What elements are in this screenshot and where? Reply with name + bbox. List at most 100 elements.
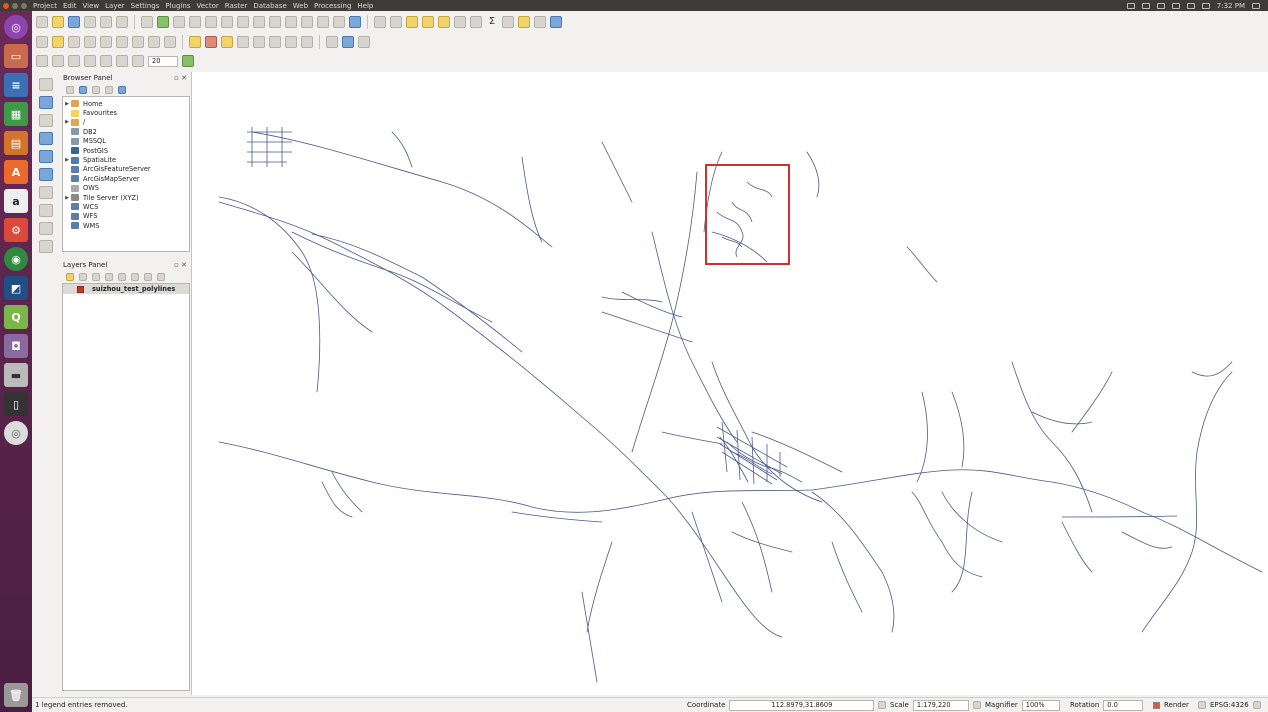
snap-intersection-icon[interactable] [84, 55, 96, 67]
add-vector-layer-icon[interactable] [39, 78, 53, 91]
add-wcs-icon[interactable] [39, 168, 53, 181]
close-window-icon[interactable] [3, 2, 9, 9]
screenshot-icon[interactable]: ◘ [4, 334, 28, 358]
refresh-icon[interactable] [349, 16, 361, 28]
browser-item[interactable]: ArcGisFeatureServer [63, 165, 189, 174]
browser-item[interactable]: DB2 [63, 127, 189, 136]
collapse-all-icon[interactable] [105, 86, 113, 94]
new-shapefile-icon[interactable] [39, 240, 53, 253]
add-wfs-icon[interactable] [39, 186, 53, 199]
expand-arrow-icon[interactable]: ▶ [63, 101, 71, 107]
bluetooth-icon[interactable] [1171, 2, 1180, 9]
browser-item[interactable]: ▶ Home [63, 99, 189, 108]
rotate-label-icon[interactable] [269, 36, 281, 48]
menu-layer[interactable]: Layer [105, 2, 125, 10]
zoom-in-icon[interactable] [173, 16, 185, 28]
add-raster-layer-icon[interactable] [39, 96, 53, 109]
scale-combobox[interactable]: 1:179,220 [912, 699, 969, 711]
expand-arrow-icon[interactable]: ▶ [63, 119, 71, 125]
device-icon[interactable]: ▯ [4, 392, 28, 416]
coordinate-field[interactable]: 112.8979,31.8609 [729, 699, 875, 711]
zoom-full-icon[interactable] [221, 16, 233, 28]
software-center-icon[interactable]: A [4, 160, 28, 184]
cut-features-icon[interactable] [132, 36, 144, 48]
menu-edit[interactable]: Edit [63, 2, 77, 10]
save-edits-icon[interactable] [68, 36, 80, 48]
print-layout-icon[interactable] [100, 16, 112, 28]
drive-icon[interactable]: ▬ [4, 363, 28, 387]
collapse-all-layers-icon[interactable] [144, 273, 152, 281]
tolerance-icon[interactable] [132, 55, 144, 67]
field-calculator-icon[interactable] [470, 16, 482, 28]
menu-processing[interactable]: Processing [314, 2, 351, 10]
impress-icon[interactable]: ▤ [4, 131, 28, 155]
move-label-icon[interactable] [253, 36, 265, 48]
amazon-icon[interactable]: a [4, 189, 28, 213]
diagram-icon[interactable] [205, 36, 217, 48]
menu-raster[interactable]: Raster [225, 2, 248, 10]
python-console-icon[interactable] [550, 16, 562, 28]
menu-project[interactable]: Project [33, 2, 57, 10]
zoom-out-icon[interactable] [189, 16, 201, 28]
minimize-window-icon[interactable] [12, 2, 18, 9]
expand-arrow-icon[interactable]: ▶ [63, 157, 71, 163]
refresh-browser-icon[interactable] [79, 86, 87, 94]
settings-gear-icon[interactable] [1252, 2, 1260, 9]
statistics-sigma-icon[interactable]: Σ [486, 16, 498, 28]
tracing-icon[interactable] [182, 55, 194, 67]
chrome-icon[interactable]: ◉ [4, 247, 28, 271]
tolerance-input[interactable]: 20 [148, 55, 178, 67]
label-icon[interactable] [189, 36, 201, 48]
bookmark-icon[interactable] [317, 16, 329, 28]
open-layer-styling-icon[interactable] [66, 273, 74, 281]
magnifier-spinbox[interactable]: 100% [1021, 699, 1060, 711]
render-checkbox[interactable] [1153, 701, 1160, 709]
python-plugin-icon[interactable] [342, 36, 354, 48]
measure-icon[interactable] [502, 16, 514, 28]
panel-close-icon[interactable]: ▫ ✕ [174, 261, 187, 269]
trash-icon[interactable]: 🗑 [4, 683, 28, 707]
plugin-globe-icon[interactable] [358, 36, 370, 48]
browser-item[interactable]: ArcGisMapServer [63, 174, 189, 183]
filter-browser-icon[interactable] [92, 86, 100, 94]
mail-icon[interactable] [1141, 2, 1150, 9]
menu-database[interactable]: Database [253, 2, 286, 10]
qgis-icon[interactable]: Q [4, 305, 28, 329]
clock[interactable]: 7:32 PM [1217, 2, 1245, 10]
menu-help[interactable]: Help [357, 2, 373, 10]
keyboard-icon[interactable] [1126, 2, 1135, 9]
expand-arrow-icon[interactable]: ▶ [63, 195, 71, 201]
csw-icon[interactable] [326, 36, 338, 48]
snap-vertex-icon[interactable] [52, 55, 64, 67]
pan-icon[interactable] [141, 16, 153, 28]
map-canvas[interactable] [191, 72, 1268, 695]
manage-map-themes-icon[interactable] [92, 273, 100, 281]
layout-manager-icon[interactable] [116, 16, 128, 28]
avoid-overlap-icon[interactable] [116, 55, 128, 67]
properties-info-icon[interactable] [118, 86, 126, 94]
add-group-icon[interactable] [79, 273, 87, 281]
zoom-next-icon[interactable] [285, 16, 297, 28]
calc-icon[interactable]: ▦ [4, 102, 28, 126]
add-virtual-layer-icon[interactable] [39, 222, 53, 235]
text-annotation-icon[interactable] [534, 16, 546, 28]
new-project-icon[interactable] [36, 16, 48, 28]
system-settings-icon[interactable]: ⚙ [4, 218, 28, 242]
browser-item[interactable]: ▶ Tile Server (XYZ) [63, 193, 189, 202]
current-edits-icon[interactable] [36, 36, 48, 48]
zoom-last-icon[interactable] [269, 16, 281, 28]
zoom-selection-icon[interactable] [237, 16, 249, 28]
maximize-window-icon[interactable] [21, 2, 27, 9]
delete-selected-icon[interactable] [116, 36, 128, 48]
lock-scale-icon[interactable] [972, 701, 981, 709]
toggle-extents-icon[interactable] [878, 701, 887, 709]
show-hide-labels-icon[interactable] [237, 36, 249, 48]
zoom-layer-icon[interactable] [253, 16, 265, 28]
add-postgis-icon[interactable] [39, 132, 53, 145]
expand-all-icon[interactable] [131, 273, 139, 281]
filter-legend-icon[interactable] [105, 273, 113, 281]
vscode-icon[interactable]: ◩ [4, 276, 28, 300]
browser-item[interactable]: OWS [63, 184, 189, 193]
label-properties-icon[interactable] [301, 36, 313, 48]
attribute-table-icon[interactable] [454, 16, 466, 28]
